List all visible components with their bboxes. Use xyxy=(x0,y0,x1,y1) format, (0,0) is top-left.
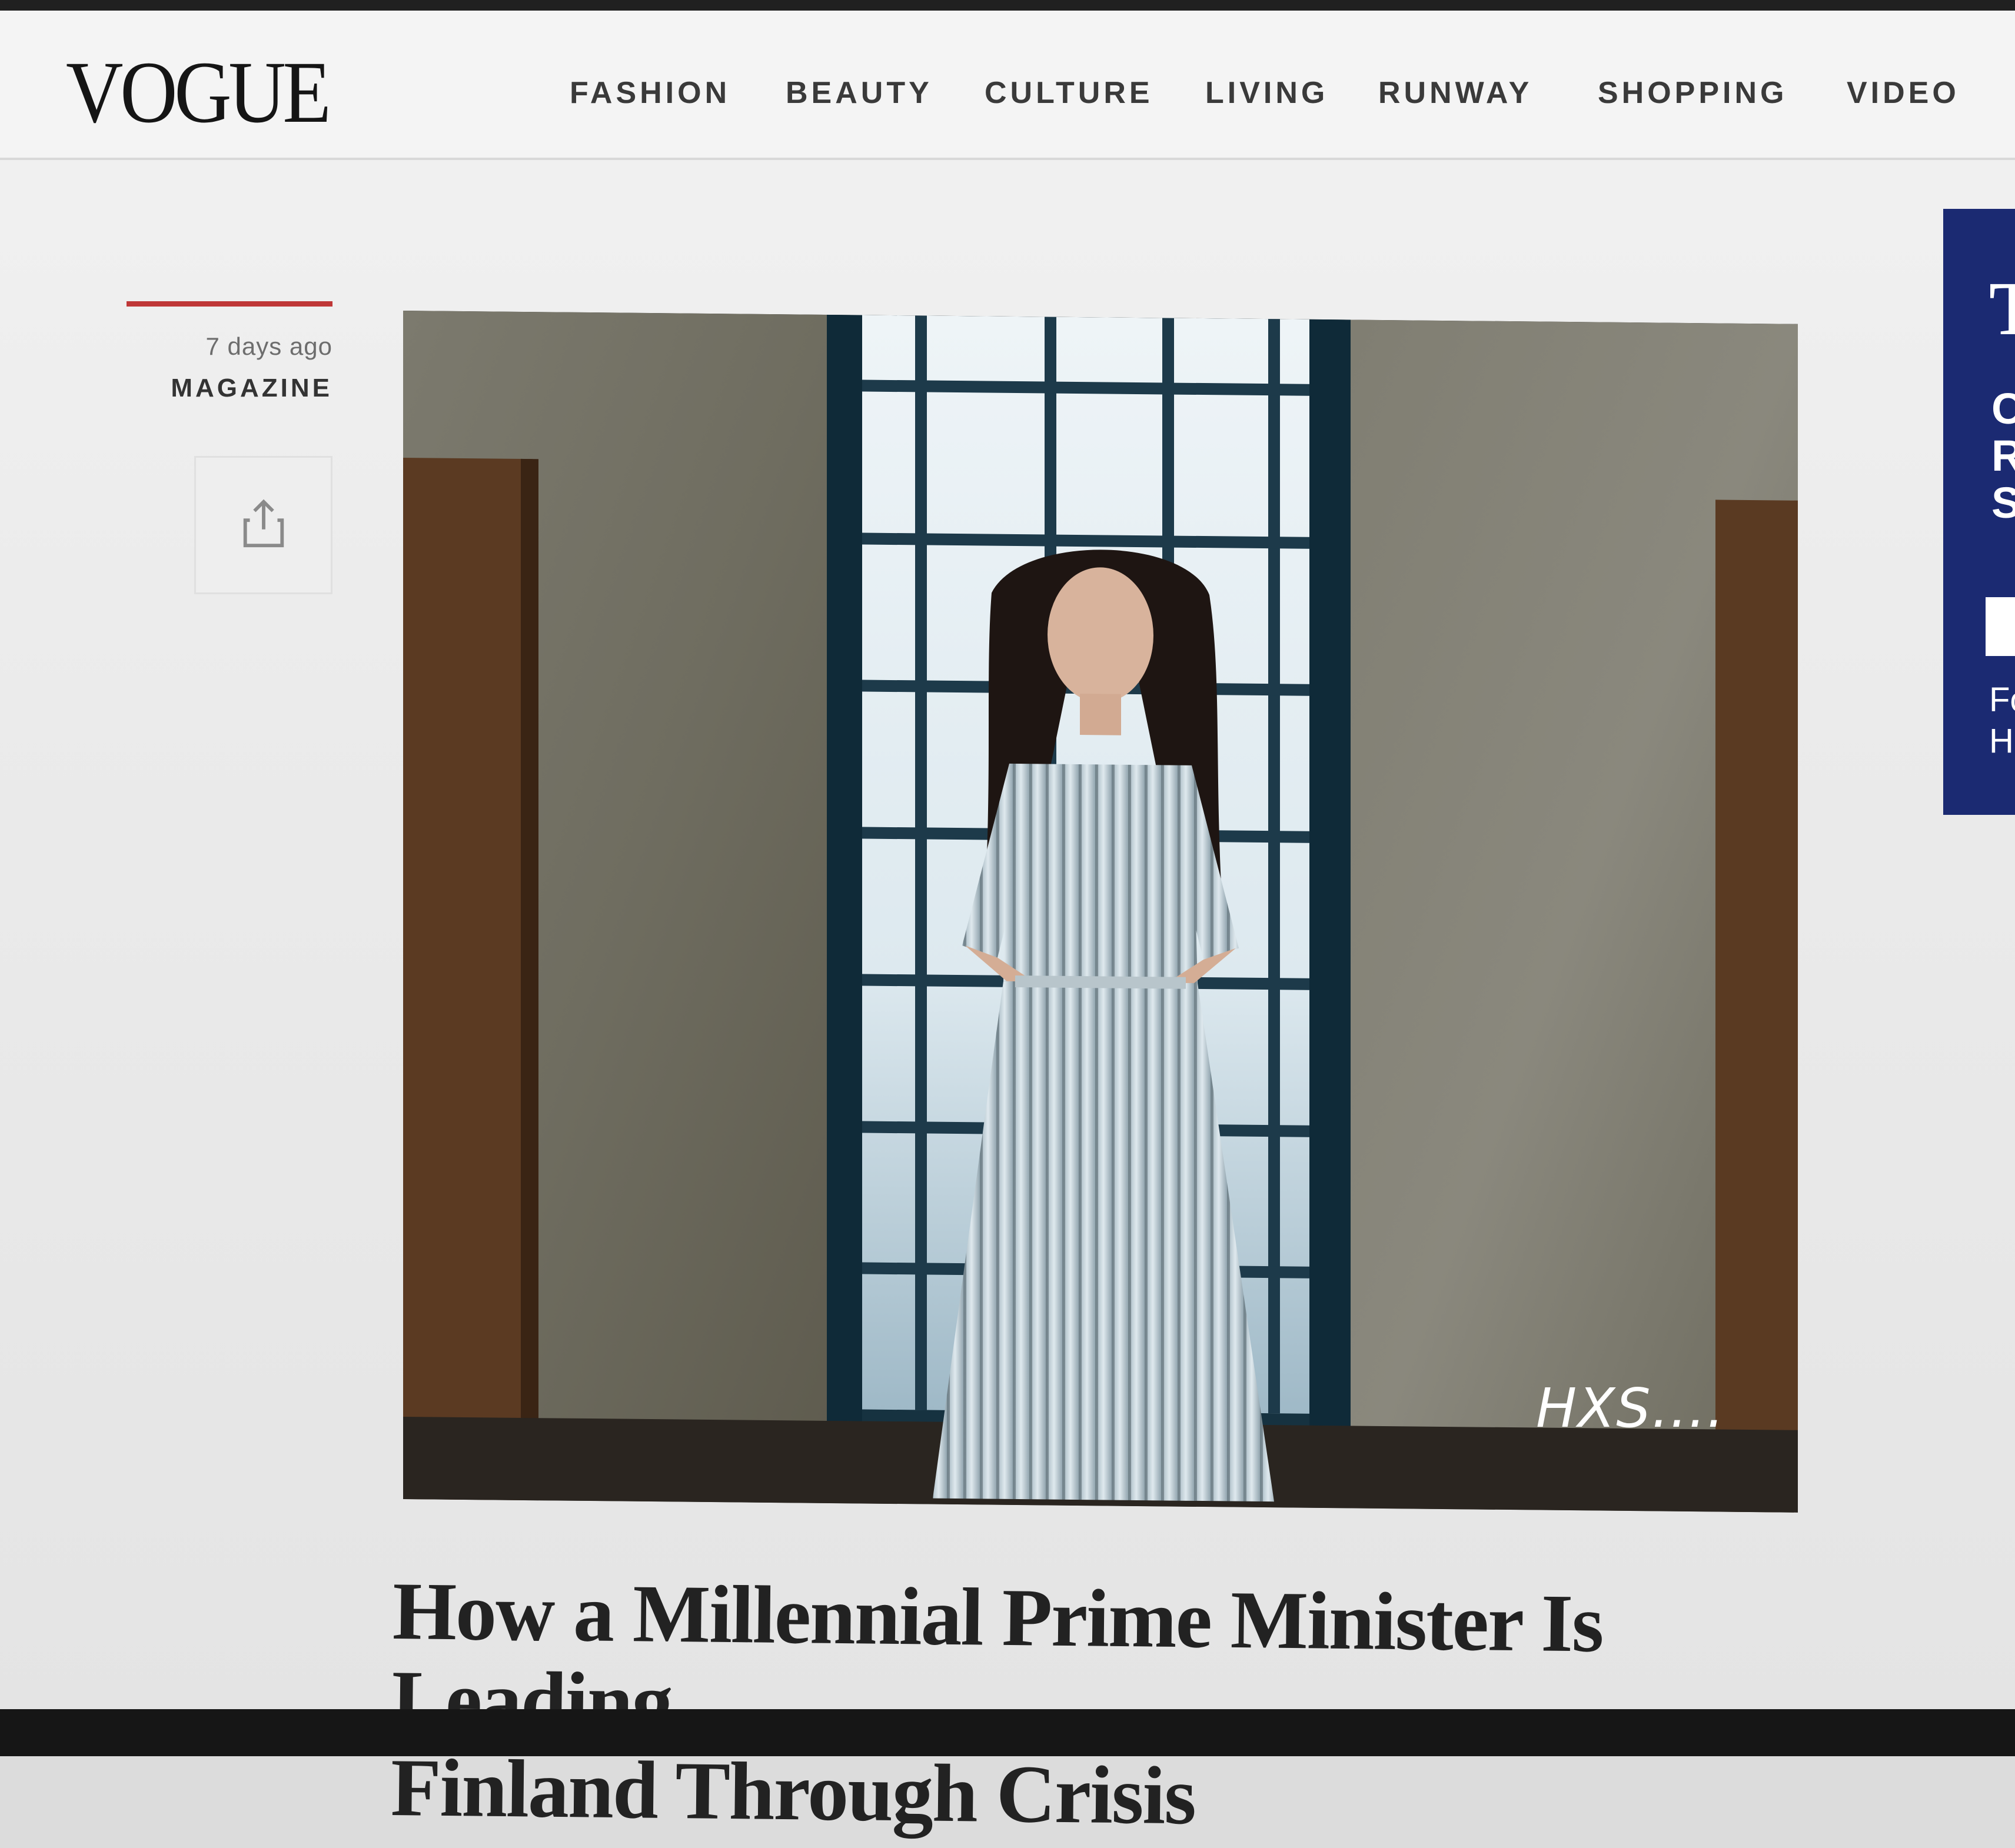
nav-item-fashion[interactable]: FASHION xyxy=(570,72,730,114)
promo-line: R xyxy=(1991,431,2015,480)
nav-item-runway[interactable]: RUNWAY xyxy=(1378,72,1532,114)
hero-photo xyxy=(403,311,1798,1513)
photo-watermark: HXS.... xyxy=(1536,1377,1725,1440)
article-accent-rule xyxy=(127,301,332,307)
article-headline[interactable]: How a Millennial Prime Minister Is Leadi… xyxy=(390,1566,1805,1847)
promo-button[interactable] xyxy=(1986,597,2015,656)
nav-item-beauty[interactable]: BEAUTY xyxy=(786,72,933,114)
nav-item-culture[interactable]: CULTURE xyxy=(985,72,1153,114)
hero-image[interactable] xyxy=(403,311,1798,1513)
nav-item-video[interactable]: VIDEO xyxy=(1847,72,1960,114)
sidebar-promo-card[interactable]: T C R S Fo Ho xyxy=(1943,209,2015,815)
promo-footer: Fo Ho xyxy=(1989,680,2015,762)
main-navigation: FASHION BEAUTY CULTURE LIVING RUNWAY SHO… xyxy=(0,72,2015,114)
nav-item-shopping[interactable]: SHOPPING xyxy=(1598,72,1788,114)
screen: VOGUE FASHION BEAUTY CULTURE LIVING RUNW… xyxy=(0,0,2015,1842)
promo-line: S xyxy=(1991,478,2015,527)
monitor-bezel-top xyxy=(0,0,2015,11)
headline-line-2: Finland Through Crisis xyxy=(390,1742,1196,1842)
nav-item-living[interactable]: LIVING xyxy=(1205,72,1328,114)
promo-footer-line: Ho xyxy=(1989,722,2015,760)
share-button[interactable] xyxy=(194,456,332,594)
promo-line: C xyxy=(1991,384,2015,433)
monitor-bezel-bottom xyxy=(0,1709,2015,1756)
promo-footer-line: Fo xyxy=(1989,681,2015,719)
site-header: VOGUE FASHION BEAUTY CULTURE LIVING RUNW… xyxy=(0,11,2015,160)
share-icon xyxy=(240,497,287,553)
article-category-link[interactable]: MAGAZINE xyxy=(127,374,332,403)
promo-heading: T xyxy=(1989,267,2015,351)
promo-text: C R S xyxy=(1991,385,2015,527)
article-timestamp: 7 days ago xyxy=(205,332,332,360)
